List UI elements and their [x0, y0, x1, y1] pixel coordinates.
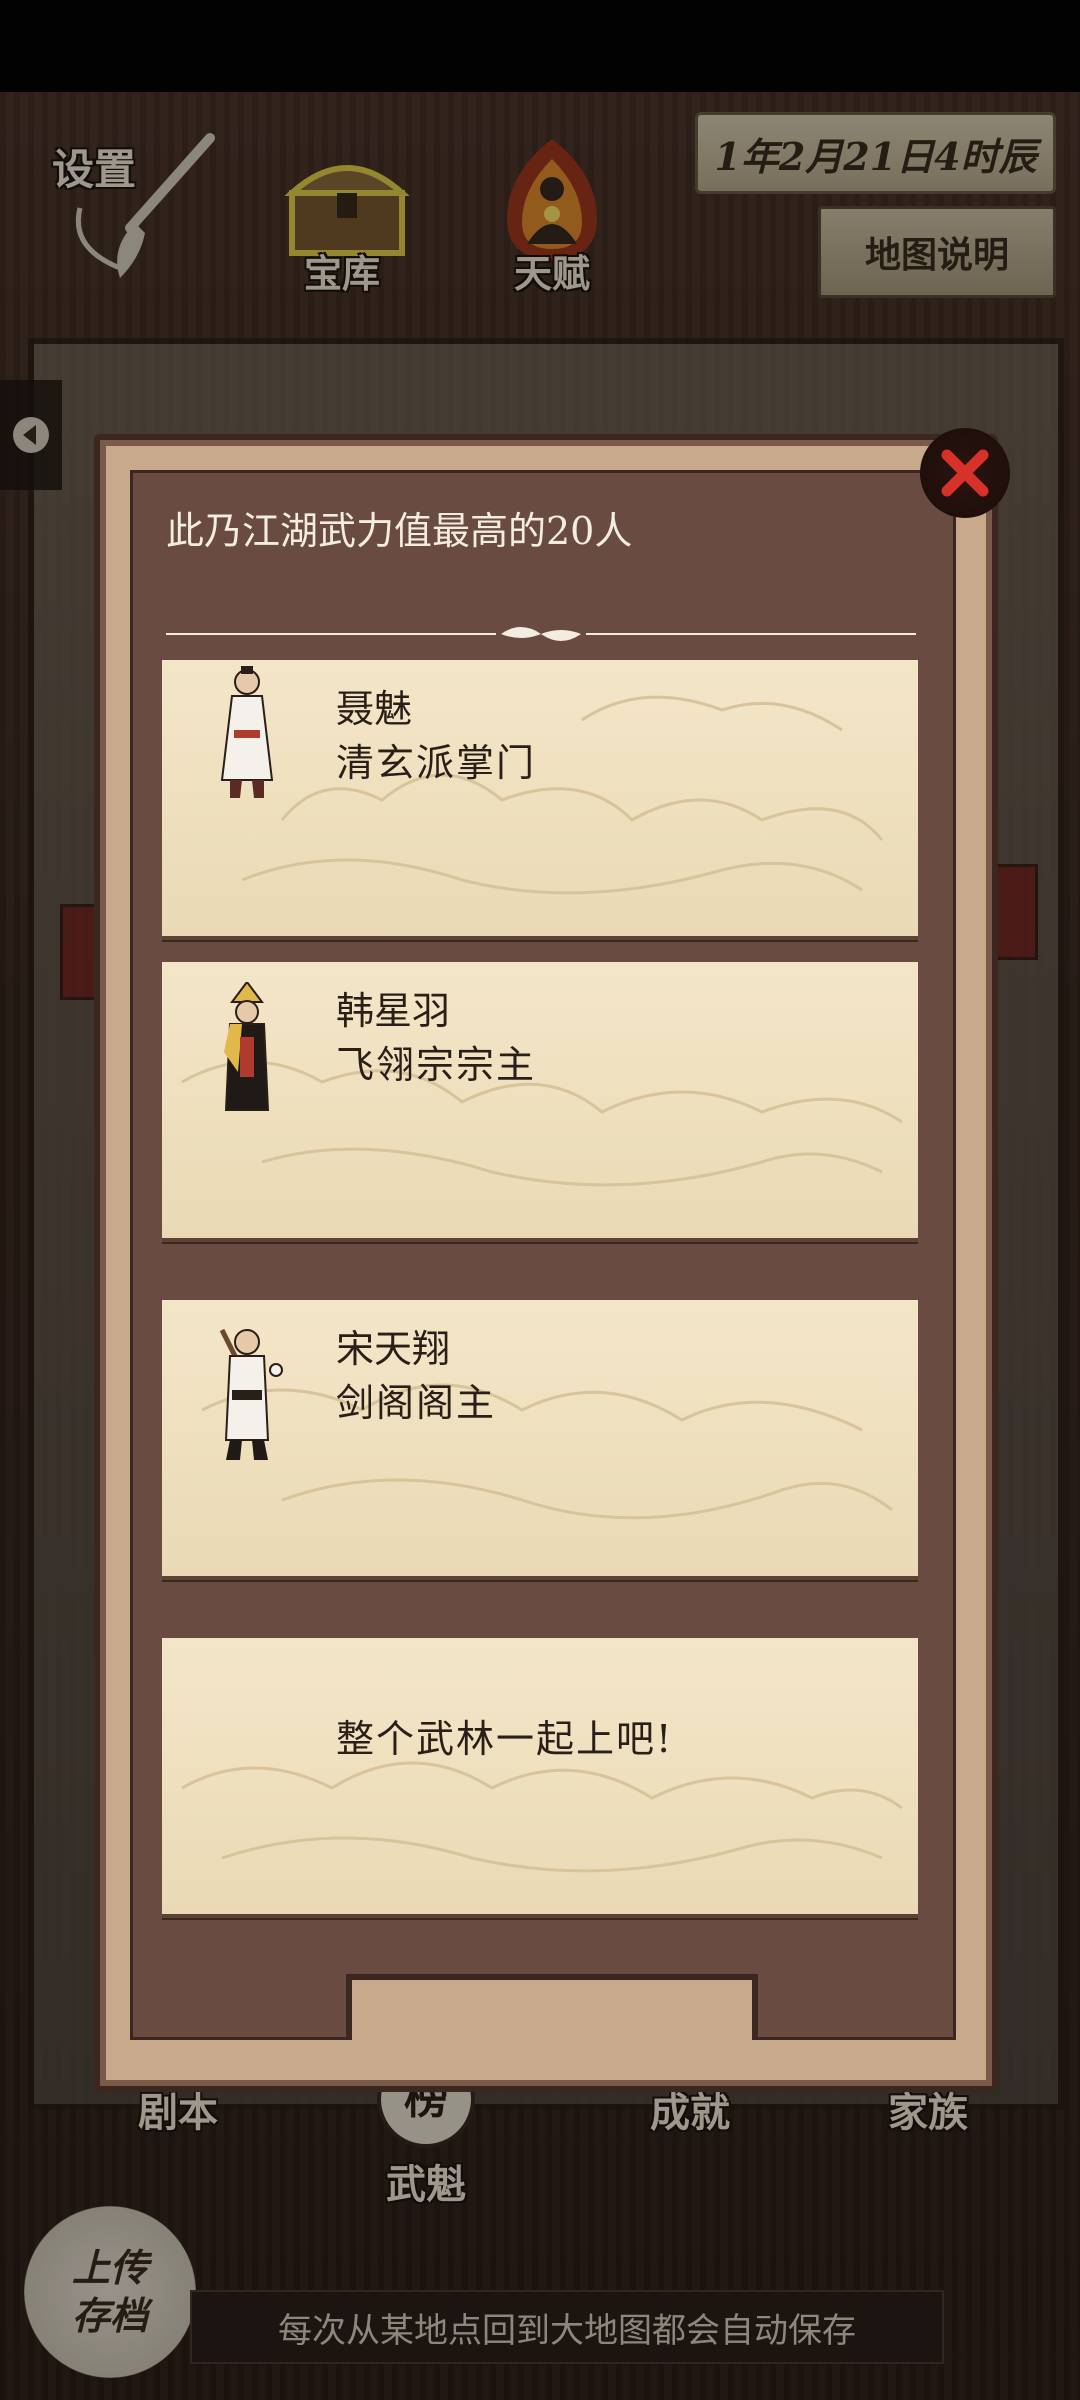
list-item[interactable]: 韩星羽 飞翎宗宗主 — [162, 962, 918, 1242]
entry-name: 宋天翔 — [336, 1327, 451, 1371]
entry-role: 飞翎宗宗主 — [336, 1043, 537, 1087]
cloud-pattern — [181, 1761, 903, 1873]
character-avatar-han-xingyu — [224, 982, 270, 1111]
list-item[interactable]: 宋天翔 剑阁阁主 — [162, 1300, 918, 1580]
close-icon — [941, 449, 989, 497]
challenge-all-text: 整个武林一起上吧! — [336, 1717, 674, 1761]
character-avatar-nie-mei — [220, 666, 274, 798]
entry-role: 剑阁阁主 — [336, 1381, 497, 1425]
list-item[interactable]: 整个武林一起上吧! — [162, 1638, 918, 1918]
close-button[interactable] — [920, 428, 1010, 518]
ornament-divider — [166, 627, 916, 641]
entry-role: 清玄派掌门 — [336, 741, 537, 785]
entry-name: 韩星羽 — [336, 989, 451, 1033]
character-avatar-song-tianxiang — [219, 1328, 283, 1460]
entry-name: 聂魅 — [336, 687, 413, 731]
dialog-frame-notch — [346, 1974, 758, 2040]
dialog-title: 此乃江湖武力值最高的20人 — [166, 509, 633, 553]
list-item[interactable]: 聂魅 清玄派掌门 — [162, 660, 918, 940]
